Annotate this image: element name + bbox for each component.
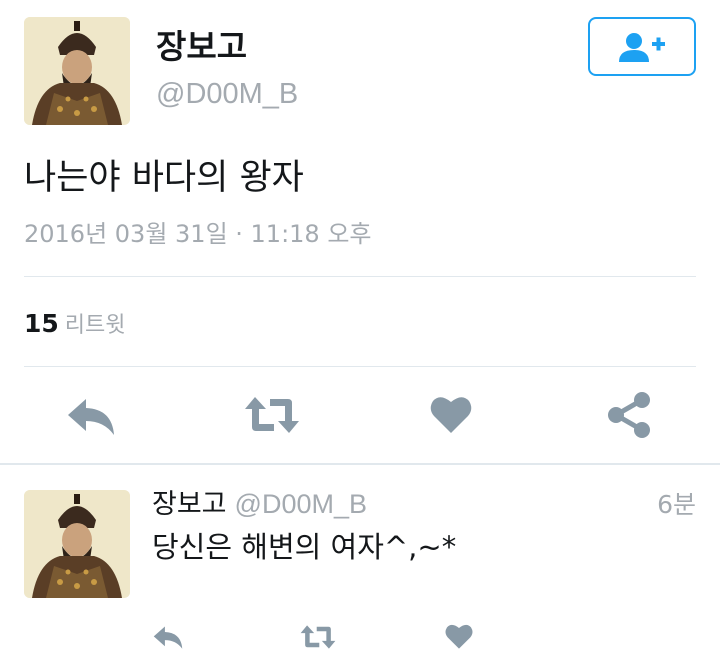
reply-button[interactable]	[66, 395, 116, 437]
add-user-icon	[619, 32, 665, 62]
heart-icon	[430, 397, 472, 433]
reply-time: 6분	[657, 490, 696, 519]
reply-reply-button[interactable]	[152, 624, 184, 650]
reply-icon	[68, 399, 114, 435]
tweet-text: 나는야 바다의 왕자	[24, 158, 304, 198]
general-portrait-image	[24, 17, 130, 125]
reply-header: 장보고 @D00M_B	[152, 488, 367, 521]
divider	[24, 366, 696, 367]
author-handle[interactable]: @D00M_B	[156, 80, 298, 109]
reply-text: 당신은 해변의 여자^,~*	[152, 530, 457, 564]
section-divider	[0, 463, 720, 465]
reply-author-handle[interactable]: @D00M_B	[235, 489, 367, 519]
divider	[24, 276, 696, 277]
retweet-label: 리트윗	[64, 313, 126, 338]
retweet-icon	[300, 625, 336, 649]
retweet-icon	[245, 397, 299, 433]
author-avatar[interactable]	[24, 17, 130, 125]
reply-author-name[interactable]: 장보고	[152, 489, 227, 520]
share-button[interactable]	[606, 391, 652, 439]
like-button[interactable]	[430, 393, 472, 435]
reply-author-avatar[interactable]	[24, 490, 130, 598]
retweet-stats[interactable]: 15 리트윗	[24, 309, 126, 339]
reply-icon	[153, 626, 183, 649]
tweet-timestamp: 2016년 03월 31일 · 11:18 오후	[24, 220, 372, 248]
reply-retweet-button[interactable]	[300, 624, 336, 650]
retweet-count: 15	[24, 309, 59, 338]
follow-button[interactable]	[588, 17, 696, 76]
general-portrait-image	[24, 490, 130, 598]
reply-like-button[interactable]	[445, 622, 473, 650]
share-icon	[608, 392, 650, 438]
author-display-name[interactable]: 장보고	[156, 30, 247, 63]
heart-icon	[445, 624, 473, 649]
retweet-button[interactable]	[244, 395, 300, 435]
